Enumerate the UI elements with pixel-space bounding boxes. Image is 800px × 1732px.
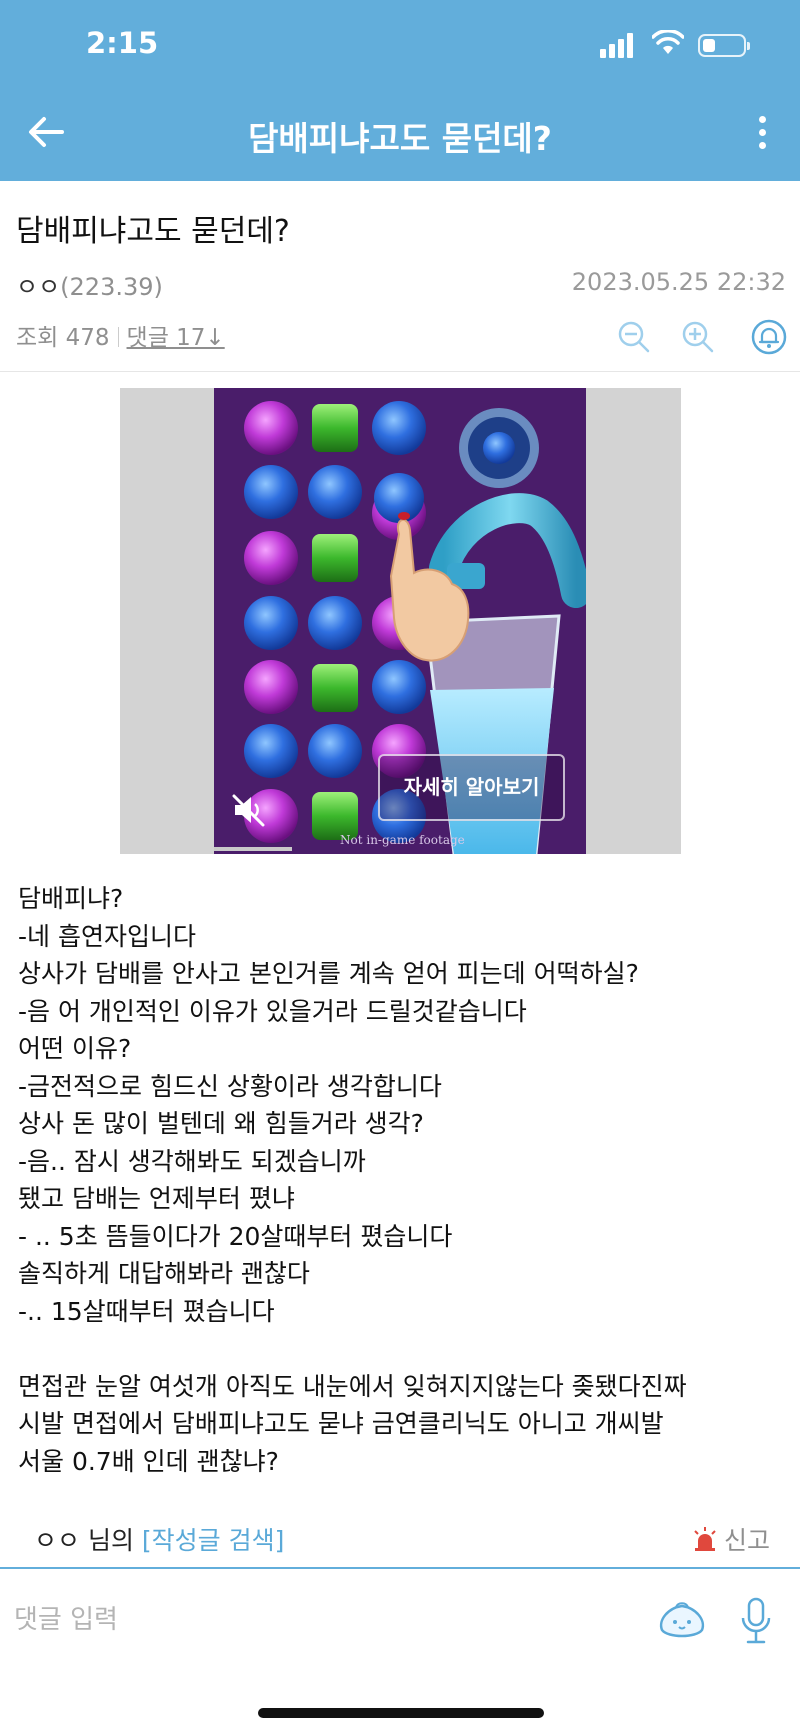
body-line: -.. 15살때부터 폈습니다 [18,1296,275,1326]
notification-bell-icon[interactable] [750,318,788,356]
siren-icon [694,1527,716,1551]
mute-icon[interactable] [231,792,267,828]
top-bar: 2:15 담배피냐고도 묻던데? [0,0,800,181]
comment-divider [0,1567,800,1569]
post-author[interactable]: ㅇㅇ(223.39) [16,267,163,302]
more-options-button[interactable] [756,112,770,152]
body-line: -음.. 잠시 생각해봐도 되겠습니까 [18,1146,366,1176]
author-prefix: ㅇㅇ 님의 [34,1526,142,1555]
signal-icon [600,32,638,58]
comment-input[interactable]: 댓글 입력 [14,1598,614,1642]
view-count: 조회 478 [16,325,110,351]
body-line: 상사 돈 많이 벌텐데 왜 힘들거라 생각? [18,1109,424,1138]
microphone-icon[interactable] [740,1596,772,1646]
comment-count-link[interactable]: 댓글 17↓ [127,325,225,351]
body-line: 솔직하게 대답해봐라 괜찮다 [18,1259,310,1288]
author-search-link[interactable]: [작성글 검색] [142,1526,284,1555]
body-line: 시발 면접에서 담배피냐고도 묻냐 금연클리닉도 아니고 개씨발 [18,1409,664,1438]
body-line: 됐고 담배는 언제부터 폈냐 [18,1184,295,1213]
wifi-icon [652,30,684,54]
body-line [18,1330,788,1368]
ad-learn-more-button[interactable]: 자세히 알아보기 [378,754,565,821]
status-icons [600,30,750,58]
body-line: 어떤 이유? [18,1034,132,1063]
body-line: 담배피냐? [18,884,124,913]
report-label: 신고 [723,1526,770,1555]
battery-icon [698,34,750,57]
status-time: 2:15 [86,26,159,60]
author-ip: (223.39) [60,273,163,301]
meta-divider [0,371,800,372]
body-line: 상사가 담배를 안사고 본인거를 계속 얻어 피는데 어떡하실? [18,959,639,988]
home-indicator [258,1708,544,1718]
post-title: 담배피냐고도 묻던데? [16,214,290,249]
body-line: 서울 0.7배 인데 괜찮냐? [18,1446,279,1476]
report-button[interactable]: 신고 [692,1521,770,1557]
ad-footnote: Not in-game footage [340,833,465,847]
header-title: 담배피냐고도 묻던데? [248,119,552,158]
body-line: -네 흡연자입니다 [18,921,196,951]
body-line: - .. 5초 뜸들이다가 20살때부터 폈습니다 [18,1221,453,1251]
emoji-dumpling-icon[interactable] [656,1592,708,1644]
author-posts: ㅇㅇ 님의 [작성글 검색] [34,1521,284,1557]
post-date: 2023.05.25 22:32 [571,268,786,296]
body-line: 면접관 눈알 여섯개 아직도 내눈에서 잊혀지지않는다 좆됐다진짜 [18,1371,687,1401]
post-stats: 조회 478 댓글 17↓ [16,318,225,352]
body-line: -금전적으로 힘드신 상황이라 생각합니다 [18,1071,442,1101]
zoom-in-icon[interactable] [679,318,717,356]
body-line: -음 어 개인적인 이유가 있을거라 드릴것같습니다 [18,996,527,1026]
author-name: ㅇㅇ [16,273,61,301]
ad-progress-bar [214,847,292,851]
zoom-out-icon[interactable] [615,318,653,356]
post-body: 담배피냐? -네 흡연자입니다 상사가 담배를 안사고 본인거를 계속 얻어 피… [18,880,788,1480]
